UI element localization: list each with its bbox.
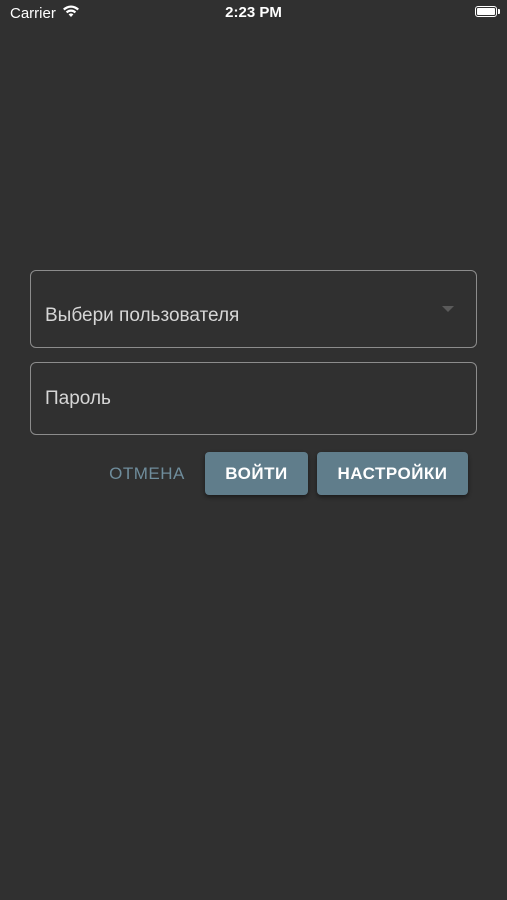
battery-icon	[475, 6, 500, 17]
user-select[interactable]: Выбери пользователя	[30, 270, 477, 348]
cancel-button[interactable]: ОТМЕНА	[104, 452, 190, 495]
password-placeholder: Пароль	[45, 388, 111, 409]
chevron-down-icon[interactable]	[442, 306, 454, 312]
settings-button[interactable]: НАСТРОЙКИ	[317, 452, 468, 495]
status-bar: Carrier 2:23 PM	[0, 0, 507, 28]
login-button[interactable]: ВОЙТИ	[205, 452, 308, 495]
user-select-placeholder: Выбери пользователя	[45, 305, 240, 326]
password-field[interactable]: Пароль	[30, 362, 477, 435]
status-time: 2:23 PM	[225, 4, 282, 21]
